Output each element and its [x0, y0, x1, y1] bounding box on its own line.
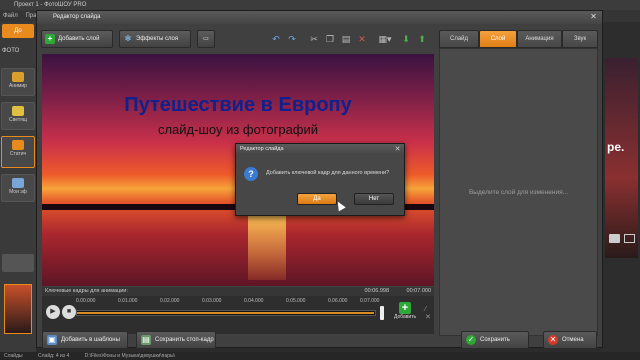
left-tab-main[interactable]: До	[2, 24, 34, 38]
text-tool-button[interactable]: ▭	[197, 30, 215, 48]
cancel-icon: ✕	[548, 335, 558, 345]
status-slides-label: Слайды	[4, 353, 23, 359]
still-frame-icon: ▤	[141, 335, 151, 345]
left-scroll-thumb[interactable]	[2, 254, 34, 272]
timeline-playhead[interactable]	[380, 306, 384, 320]
confirm-no-button[interactable]: Нет	[354, 193, 394, 205]
timeline-tick: 0.04.000	[244, 298, 264, 304]
app-right-strip: pe.	[603, 22, 640, 352]
move-up-icon[interactable]: ⬆	[415, 30, 429, 48]
align-icon[interactable]: ▦▾	[375, 30, 395, 48]
keyframes-label: Ключевые кадры для анимации:	[45, 288, 128, 294]
app-statusbar: Слайды Слайд: 4 из 4 D:\Files\Фоны и Муз…	[0, 352, 640, 360]
add-layer-button[interactable]: + Добавить слой	[41, 30, 113, 48]
confirm-dialog: Редактор слайда ✕ ? Добавить ключевой ка…	[235, 143, 405, 216]
sparkle-icon: ✻	[124, 34, 132, 43]
current-time: 00:06.998	[364, 288, 389, 294]
slide-title-text[interactable]: Путешествие в Европу	[42, 94, 434, 117]
redo-icon[interactable]: ↷	[285, 30, 299, 48]
cancel-button[interactable]: ✕ Отмена	[543, 331, 597, 349]
undo-icon[interactable]: ↶	[269, 30, 283, 48]
status-slide-info: Слайд: 4 из 4	[38, 353, 70, 359]
save-still-frame-button[interactable]: ▤ Сохранить стоп-кадр	[136, 331, 216, 349]
confirm-yes-button[interactable]: Да	[297, 193, 337, 205]
app-left-strip: До ФОТО Анимир Светящ Статич Мои эф	[0, 22, 36, 352]
add-to-templates-button[interactable]: ▣ Добавить в шаблоны	[42, 331, 128, 349]
editor-titlebar: Редактор слайда	[37, 11, 602, 24]
delete-icon[interactable]: ✕	[355, 30, 369, 48]
tab-slide[interactable]: Слайд	[439, 30, 479, 48]
left-button-animated[interactable]: Анимир	[1, 68, 35, 96]
sun-reflection	[248, 210, 286, 280]
move-down-icon[interactable]: ⬇	[399, 30, 413, 48]
total-time: 00:07.000	[406, 288, 431, 294]
add-keyframe-plus-icon: +	[399, 302, 411, 314]
tab-sound[interactable]: Звук	[562, 30, 598, 48]
keyframe-side-controls[interactable]: ⁄ ✕	[425, 306, 433, 326]
keyframes-header: Ключевые кадры для анимации: 00:06.998 0…	[42, 287, 434, 296]
timeline-track[interactable]	[76, 310, 376, 316]
slide-thumbnail[interactable]	[4, 284, 32, 334]
my-effects-icon	[12, 178, 24, 188]
timeline-tick: 0.06.000	[328, 298, 348, 304]
tab-animation[interactable]: Анимация	[517, 30, 562, 48]
question-icon: ?	[244, 167, 258, 181]
plus-icon: +	[45, 34, 55, 44]
status-path: D:\Files\Фоны и Музыка\девушки\пары\	[84, 353, 175, 359]
template-icon: ▣	[47, 335, 57, 345]
mouse-cursor-icon	[334, 199, 346, 212]
left-button-my-effects[interactable]: Мои эф	[1, 174, 35, 202]
editor-close-icon[interactable]: ✕	[588, 12, 599, 22]
timeline-tick: 0.07.000	[360, 298, 380, 304]
add-keyframe-button[interactable]: + Добавить	[394, 302, 416, 328]
camera-icon[interactable]	[609, 234, 620, 243]
layer-effects-button[interactable]: ✻ Эффекты слоя	[119, 30, 191, 48]
app-title: Проект 1 - ФотоШОУ PRO	[14, 2, 87, 8]
layer-properties-panel: Выделите слой для изменения...	[439, 48, 598, 336]
confirm-close-icon[interactable]: ✕	[392, 144, 403, 155]
editor-title: Редактор слайда	[53, 14, 101, 20]
confirm-message: Добавить ключевой кадр для данного време…	[266, 170, 390, 176]
slide-subtitle-text[interactable]: слайд-шоу из фотографий	[42, 122, 434, 137]
fullscreen-icon[interactable]	[624, 234, 635, 243]
check-icon: ✓	[466, 335, 476, 345]
keyframe-timeline: ▶ ■ 0.00.000 0.01.000 0.02.000 0.03.000 …	[42, 296, 434, 334]
menu-file[interactable]: Файл	[3, 13, 18, 19]
timeline-tick: 0.03.000	[202, 298, 222, 304]
paste-icon[interactable]: ▤	[339, 30, 353, 48]
main-preview-fragment	[605, 58, 638, 258]
cut-icon[interactable]: ✂	[307, 30, 321, 48]
glow-icon	[12, 106, 24, 116]
timeline-tick: 0.01.000	[118, 298, 138, 304]
left-tab-photo[interactable]: ФОТО	[2, 48, 34, 58]
main-preview-text: pe.	[607, 140, 625, 154]
timeline-tick: 0.05.000	[286, 298, 306, 304]
timeline-tick: 0.02.000	[160, 298, 180, 304]
left-button-glow[interactable]: Светящ	[1, 102, 35, 130]
stop-icon[interactable]: ■	[62, 305, 76, 319]
play-icon[interactable]: ▶	[46, 305, 60, 319]
left-button-static[interactable]: Статич	[1, 136, 35, 168]
static-icon	[12, 140, 24, 150]
select-layer-hint: Выделите слой для изменения...	[468, 189, 569, 196]
app-titlebar: Проект 1 - ФотоШОУ PRO	[0, 0, 640, 10]
text-tool-icon: ▭	[203, 36, 209, 42]
copy-icon[interactable]: ❐	[323, 30, 337, 48]
tab-layer[interactable]: Слой	[479, 30, 517, 48]
timeline-progress	[77, 312, 375, 314]
save-button[interactable]: ✓ Сохранить	[461, 331, 529, 349]
confirm-dialog-title: Редактор слайда	[236, 144, 404, 155]
timeline-tick: 0.00.000	[76, 298, 96, 304]
animation-icon	[12, 72, 24, 82]
